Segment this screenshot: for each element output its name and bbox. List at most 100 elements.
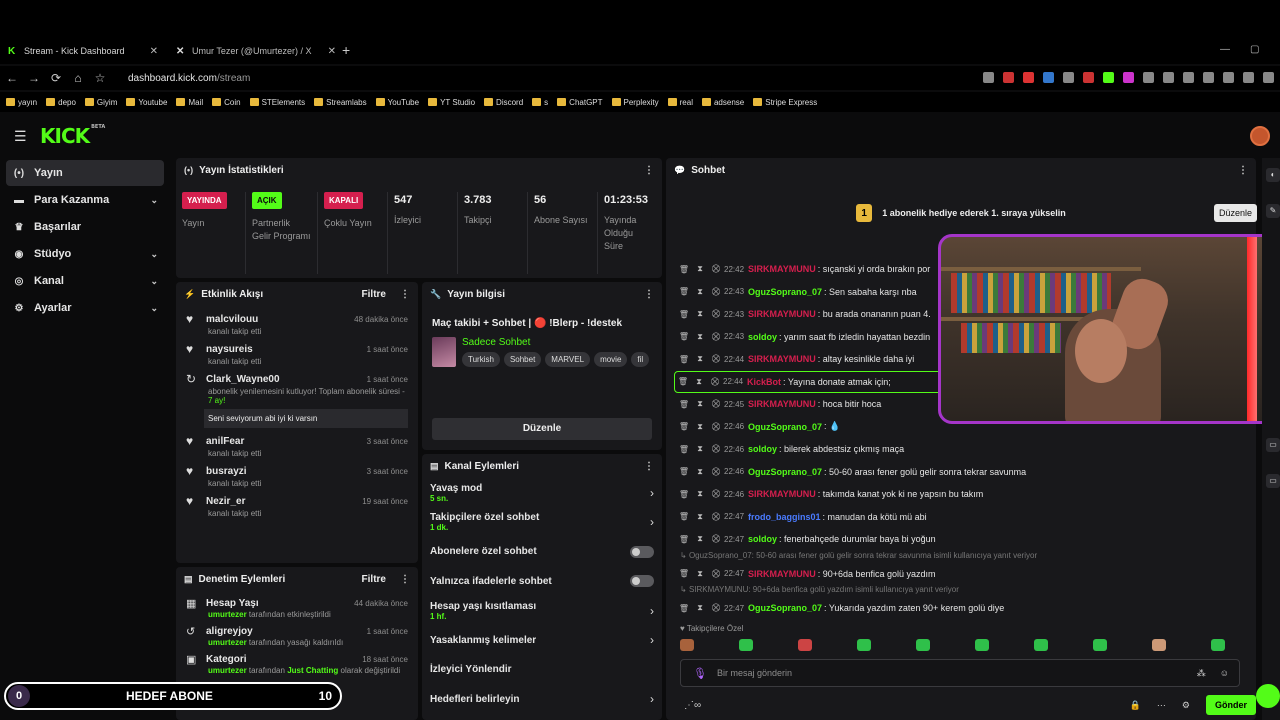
timeout-icon[interactable]: ⧗ bbox=[692, 287, 708, 297]
timeout-icon[interactable]: ⧗ bbox=[692, 467, 708, 477]
toggle-switch[interactable] bbox=[630, 575, 654, 588]
bookmark-item[interactable]: Youtube bbox=[126, 98, 167, 107]
back-icon[interactable]: ← bbox=[2, 71, 22, 85]
chevron-down-icon[interactable]: ⌄ bbox=[150, 276, 158, 287]
chevron-right-icon[interactable]: › bbox=[650, 486, 654, 500]
emote[interactable] bbox=[798, 639, 812, 651]
chevron-right-icon[interactable]: › bbox=[650, 604, 654, 618]
bookmark-item[interactable]: ChatGPT bbox=[557, 98, 603, 107]
support-button[interactable] bbox=[1256, 684, 1280, 708]
delete-icon[interactable]: 🗑 bbox=[676, 490, 692, 499]
sidebar-item-para-kazanma[interactable]: ▬ Para Kazanma ⌄ bbox=[6, 187, 164, 213]
browser-tab-kick[interactable]: K Stream - Kick Dashboard ✕ bbox=[8, 40, 164, 62]
channel-action-row[interactable]: İzleyici Yönlendir bbox=[422, 655, 662, 685]
delete-icon[interactable]: 🗑 bbox=[676, 265, 692, 274]
message-username[interactable]: SIRKMAYMUNU bbox=[748, 354, 816, 364]
chat-settings-icon[interactable]: ⋯ bbox=[1157, 700, 1166, 711]
sidebar-item-stüdyo[interactable]: ◉ Stüdyo ⌄ bbox=[6, 241, 164, 267]
home-icon[interactable]: ⌂ bbox=[68, 71, 88, 85]
delete-icon[interactable]: 🗑 bbox=[676, 445, 692, 454]
chevron-down-icon[interactable]: ⌄ bbox=[150, 249, 158, 260]
community-icon[interactable]: ⋰∞ bbox=[684, 700, 701, 711]
more-options-icon[interactable]: ⋮ bbox=[400, 289, 410, 300]
channel-action-row[interactable]: Yalnızca ifadelerle sohbet bbox=[422, 567, 662, 597]
moderator-name[interactable]: umurtezer bbox=[208, 610, 247, 619]
kick-logo[interactable]: KICK BETA bbox=[40, 124, 105, 148]
channel-action-row[interactable]: Abonelere özel sohbet bbox=[422, 537, 662, 567]
sidebar-item-kanal[interactable]: ◎ Kanal ⌄ bbox=[6, 268, 164, 294]
message-username[interactable]: SIRKMAYMUNU bbox=[748, 264, 816, 274]
emote[interactable] bbox=[1211, 639, 1225, 651]
timeout-icon[interactable]: ⧗ bbox=[692, 444, 708, 454]
bookmark-item[interactable]: Streamlabs bbox=[314, 98, 367, 107]
timeout-icon[interactable]: ⧗ bbox=[692, 489, 708, 499]
bookmark-item[interactable]: YouTube bbox=[375, 98, 419, 107]
delete-icon[interactable]: 🗑 bbox=[676, 467, 692, 476]
bookmark-item[interactable]: YT Studio bbox=[428, 98, 475, 107]
delete-icon[interactable]: 🗑 bbox=[676, 535, 692, 544]
avatar[interactable] bbox=[1250, 126, 1270, 146]
chat-input[interactable]: 🎙 Bir mesaj gönderin ⁂ ☺ bbox=[680, 659, 1240, 687]
timeout-icon[interactable]: ⧗ bbox=[692, 569, 708, 579]
menu-icon[interactable]: ☰ bbox=[14, 128, 27, 145]
moderation-target[interactable]: Hesap Yaşı bbox=[206, 598, 259, 609]
event-username[interactable]: Clark_Wayne00 bbox=[206, 374, 280, 385]
message-username[interactable]: OguzSoprano_07 bbox=[748, 603, 822, 613]
send-button[interactable]: Gönder bbox=[1205, 695, 1256, 715]
message-username[interactable]: SIRKMAYMUNU bbox=[748, 569, 816, 579]
sidebar-item-ayarlar[interactable]: ⚙ Ayarlar ⌄ bbox=[6, 295, 164, 321]
emote[interactable] bbox=[916, 639, 930, 651]
tag[interactable]: fil bbox=[631, 352, 650, 367]
tag[interactable]: Sohbet bbox=[503, 352, 542, 367]
moderation-target[interactable]: Kategori bbox=[206, 654, 247, 665]
extension-icon[interactable] bbox=[1043, 72, 1054, 83]
lock-icon[interactable]: 🔒 bbox=[1130, 700, 1141, 711]
bookmark-item[interactable]: Giyim bbox=[84, 98, 117, 107]
ban-icon[interactable]: ⛒ bbox=[708, 467, 724, 477]
message-username[interactable]: OguzSoprano_07 bbox=[748, 467, 822, 477]
message-username[interactable]: soldoy bbox=[748, 534, 777, 544]
extension-icon[interactable] bbox=[1063, 72, 1074, 83]
chevron-right-icon[interactable]: › bbox=[650, 633, 654, 647]
pinned-gift-banner[interactable]: 1 1 abonelik hediye ederek 1. sıraya yük… bbox=[666, 198, 1256, 228]
more-options-icon[interactable]: ⋮ bbox=[644, 289, 654, 300]
microphone-icon[interactable]: 🎙 bbox=[693, 667, 707, 680]
emote[interactable] bbox=[857, 639, 871, 651]
extension-icon[interactable] bbox=[1083, 72, 1094, 83]
emote[interactable] bbox=[975, 639, 989, 651]
ban-icon[interactable]: ⛒ bbox=[708, 489, 724, 499]
gear-icon[interactable]: ⚙ bbox=[1182, 700, 1190, 711]
bookmark-item[interactable]: real bbox=[667, 98, 693, 107]
browser-tab-x[interactable]: ✕ Umur Tezer (@Umurtezer) / X ✕ bbox=[176, 40, 342, 62]
bookmark-item[interactable]: s bbox=[532, 98, 548, 107]
rail-icon[interactable]: ▭ bbox=[1266, 438, 1280, 452]
extension-icon[interactable] bbox=[1003, 72, 1014, 83]
chevron-right-icon[interactable]: › bbox=[650, 515, 654, 529]
chevron-right-icon[interactable]: › bbox=[650, 692, 654, 706]
event-username[interactable]: anilFear bbox=[206, 436, 244, 447]
ban-icon[interactable]: ⛒ bbox=[708, 512, 724, 522]
tag[interactable]: MARVEL bbox=[545, 352, 591, 367]
close-tab-icon[interactable]: ✕ bbox=[328, 46, 336, 57]
ban-icon[interactable]: ⛒ bbox=[708, 264, 724, 274]
emote[interactable] bbox=[739, 639, 753, 651]
reload-icon[interactable]: ⟳ bbox=[46, 71, 66, 85]
timeout-icon[interactable]: ⧗ bbox=[692, 399, 708, 409]
toggle-switch[interactable] bbox=[630, 545, 654, 558]
bookmark-item[interactable]: adsense bbox=[701, 98, 744, 107]
timeout-icon[interactable]: ⧗ bbox=[692, 332, 708, 342]
new-tab-button[interactable]: + bbox=[342, 42, 350, 58]
timeout-icon[interactable]: ⧗ bbox=[692, 354, 708, 364]
ban-icon[interactable]: ⛒ bbox=[708, 534, 724, 544]
delete-icon[interactable]: 🗑 bbox=[676, 604, 692, 613]
channel-action-row[interactable]: Hedefleri belirleyin › bbox=[422, 685, 662, 715]
bookmark-icon[interactable]: ☆ bbox=[90, 71, 110, 85]
emote[interactable] bbox=[1093, 639, 1107, 651]
more-options-icon[interactable]: ⋮ bbox=[400, 574, 410, 585]
message-username[interactable]: SIRKMAYMUNU bbox=[748, 309, 816, 319]
timeout-icon[interactable]: ⧗ bbox=[692, 264, 708, 274]
more-options-icon[interactable]: ⋮ bbox=[644, 165, 654, 176]
rail-icon[interactable]: ▭ bbox=[1266, 474, 1280, 488]
ban-icon[interactable]: ⛒ bbox=[707, 377, 723, 387]
emote[interactable] bbox=[1034, 639, 1048, 651]
